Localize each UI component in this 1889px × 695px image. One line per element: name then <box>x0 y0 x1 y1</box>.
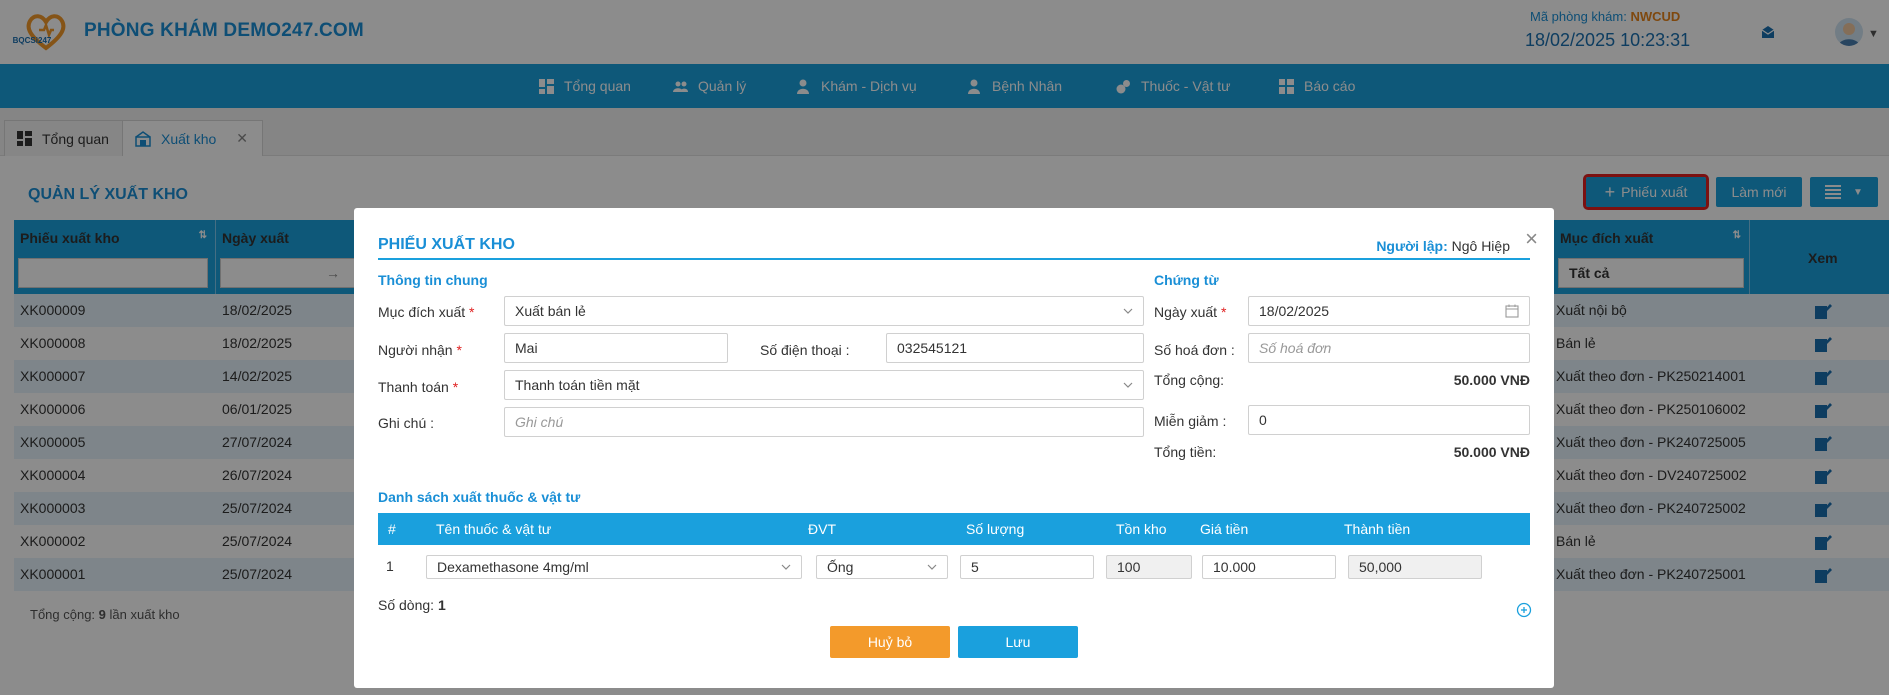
item-amount-field: 50,000 <box>1348 555 1482 579</box>
add-row-icon[interactable] <box>1516 602 1532 618</box>
chevron-down-icon <box>927 564 937 570</box>
modal-title: PHIẾU XUẤT KHO <box>378 236 515 253</box>
items-section-title: Danh sách xuất thuốc & vật tư <box>378 489 581 505</box>
save-button[interactable]: Lưu <box>958 626 1078 658</box>
discount-label: Miễn giảm : <box>1154 413 1227 429</box>
chevron-down-icon <box>1123 308 1133 314</box>
cancel-button[interactable]: Huỷ bỏ <box>830 626 950 658</box>
item-unit-select[interactable]: Ống <box>816 555 948 579</box>
payment-label: Thanh toán * <box>378 379 459 395</box>
purpose-label: Mục đích xuất * <box>378 304 475 320</box>
date-label: Ngày xuất * <box>1154 304 1227 320</box>
total-label: Tổng tiền: <box>1154 444 1217 460</box>
chevron-down-icon <box>781 564 791 570</box>
recipient-input[interactable]: Mai <box>504 333 728 363</box>
note-label: Ghi chú : <box>378 415 435 431</box>
total-value: 50.000 VNĐ <box>1453 444 1530 460</box>
purpose-select[interactable]: Xuất bán lẻ <box>504 296 1144 326</box>
close-icon[interactable]: × <box>1525 228 1538 250</box>
calendar-icon[interactable] <box>1505 304 1519 318</box>
note-input[interactable]: Ghi chú <box>504 407 1144 437</box>
item-qty-input[interactable]: 5 <box>960 555 1094 579</box>
item-name-select[interactable]: Dexamethasone 4mg/ml <box>426 555 802 579</box>
payment-select[interactable]: Thanh toán tiền mặt <box>504 370 1144 400</box>
chevron-down-icon <box>1123 382 1133 388</box>
phone-input[interactable]: 032545121 <box>886 333 1144 363</box>
items-table-header: # Tên thuốc & vật tư ĐVT Số lượng Tồn kh… <box>378 513 1530 545</box>
creator-info: Người lập: Ngô Hiệp <box>1376 238 1510 254</box>
phone-label: Số điện thoại : <box>760 342 850 358</box>
discount-input[interactable]: 0 <box>1248 405 1530 435</box>
row-count: Số dòng: 1 <box>378 597 446 613</box>
recipient-label: Người nhận * <box>378 342 462 358</box>
invoice-label: Số hoá đơn : <box>1154 342 1235 358</box>
subtotal-label: Tổng cộng: <box>1154 372 1225 388</box>
export-voucher-modal: PHIẾU XUẤT KHO Người lập: Ngô Hiệp × Thô… <box>354 208 1554 688</box>
title-divider <box>378 258 1530 260</box>
subtotal-value: 50.000 VNĐ <box>1453 372 1530 388</box>
invoice-input[interactable]: Số hoá đơn <box>1248 333 1530 363</box>
voucher-section-title: Chứng từ <box>1154 272 1219 288</box>
item-stock-field: 100 <box>1106 555 1192 579</box>
general-section-title: Thông tin chung <box>378 272 488 288</box>
export-date-input[interactable]: 18/02/2025 <box>1248 296 1530 326</box>
item-price-input[interactable]: 10.000 <box>1202 555 1336 579</box>
